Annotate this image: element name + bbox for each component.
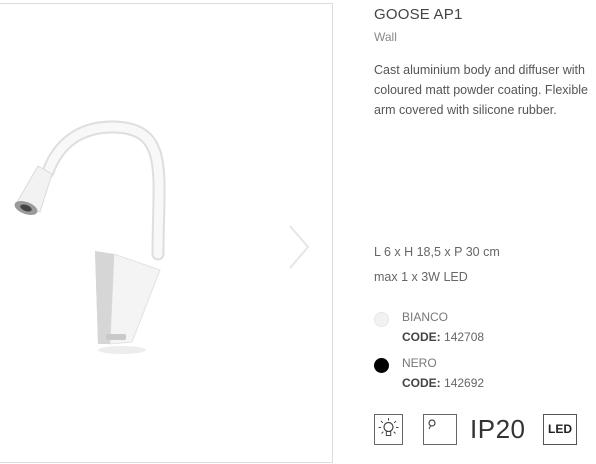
code-value: 142692 <box>444 376 485 390</box>
product-power: max 1 x 3W LED <box>374 270 468 284</box>
code-label: CODE: <box>402 376 441 390</box>
ip-rating: IP20 <box>470 414 526 444</box>
product-description: Cast aluminium body and diffuser with co… <box>374 63 589 117</box>
color-swatch-white[interactable] <box>374 312 389 327</box>
chevron-right-icon[interactable] <box>286 224 310 270</box>
product-category: Wall <box>374 30 397 44</box>
variant-name: NERO <box>402 356 437 370</box>
variant-name: BIANCO <box>402 310 449 324</box>
product-title: GOOSE AP1 <box>374 6 463 23</box>
product-dimensions: L 6 x H 18,5 x P 30 cm <box>374 245 500 259</box>
product-image-panel <box>0 3 333 463</box>
product-image <box>14 120 166 354</box>
led-badge: LED <box>543 414 577 445</box>
code-label: CODE: <box>402 330 441 344</box>
variant-code: CODE: 142708 <box>402 330 484 344</box>
variant-code: CODE: 142692 <box>402 376 484 390</box>
bulb-icon <box>374 414 403 445</box>
color-swatch-black[interactable] <box>374 358 389 373</box>
code-value: 142708 <box>444 330 485 344</box>
variant-bianco[interactable]: BIANCO CODE: 142708 <box>374 310 596 350</box>
variant-nero[interactable]: NERO CODE: 142692 <box>374 356 596 396</box>
spotlight-icon <box>423 414 457 445</box>
